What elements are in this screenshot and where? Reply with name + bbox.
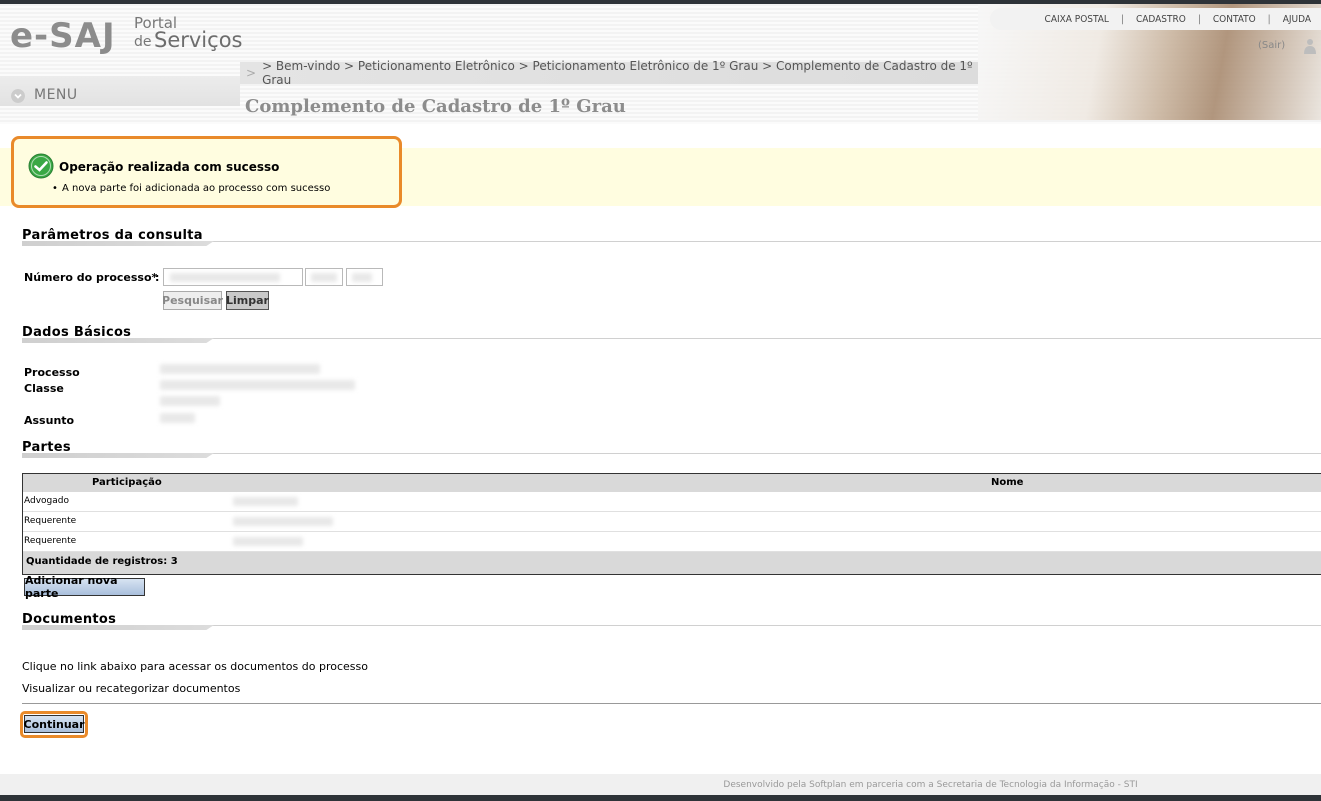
table-header: Participação Nome <box>23 474 1321 492</box>
adicionar-nova-parte-button[interactable]: Adicionar nova parte <box>24 574 145 600</box>
nav-separator: | <box>1267 13 1271 25</box>
message-title: Operação realizada com sucesso <box>59 160 280 174</box>
table-row: Advogado <box>23 492 1321 512</box>
logo-brand: e-SAJ <box>10 16 116 56</box>
success-message: Operação realizada com sucesso A nova pa… <box>11 136 402 208</box>
column-participacao: Participação <box>92 477 162 488</box>
nome-cell-redacted <box>233 517 333 526</box>
section-divider <box>22 453 1321 459</box>
logo-servicos: Serviços <box>154 28 243 52</box>
table-row: Requerente <box>23 512 1321 532</box>
nav-separator: | <box>1197 13 1201 25</box>
message-item: A nova parte foi adicionada ao processo … <box>52 183 330 194</box>
form-divider <box>22 703 1321 704</box>
footer-credits: Desenvolvido pela Softplan em parceria c… <box>723 779 1138 790</box>
participacao-cell: Advogado <box>24 496 69 506</box>
table-footer: Quantidade de registros: 3 <box>23 552 1321 574</box>
check-circle-icon <box>28 153 54 179</box>
assunto-value-redacted <box>160 413 195 423</box>
processo-number-field-3[interactable] <box>346 268 383 286</box>
nav-separator: | <box>1120 13 1124 25</box>
classe-value-redacted <box>160 380 355 390</box>
chevron-down-icon[interactable] <box>11 89 25 103</box>
continuar-button[interactable]: Continuar <box>24 715 85 733</box>
documentos-instructions: Clique no link abaixo para acessar os do… <box>22 660 368 673</box>
table-row: Requerente <box>23 532 1321 552</box>
section-divider <box>22 241 1321 247</box>
record-count: Quantidade de registros: 3 <box>26 556 178 567</box>
classe-label: Classe <box>24 382 64 395</box>
colon-label: : <box>155 271 160 284</box>
nome-cell-redacted <box>233 497 298 506</box>
window-bottom-bar <box>0 795 1321 801</box>
menu-label[interactable]: MENU <box>34 87 78 103</box>
processo-label: Processo <box>24 366 80 379</box>
nav-caixa-postal[interactable]: CAIXA POSTAL <box>1045 14 1109 25</box>
esaj-logo[interactable]: e-SAJ Portal de Serviços <box>10 14 243 60</box>
processo-number-field-1[interactable] <box>163 268 303 286</box>
column-nome: Nome <box>991 477 1024 488</box>
processo-value-redacted <box>160 364 320 374</box>
footer: Desenvolvido pela Softplan em parceria c… <box>0 774 1321 795</box>
participacao-cell: Requerente <box>24 516 77 526</box>
processo-number-field-2[interactable] <box>305 268 343 286</box>
nav-contato[interactable]: CONTATO <box>1213 14 1256 25</box>
visualizar-documentos-link[interactable]: Visualizar ou recategorizar documentos <box>22 682 240 695</box>
nome-cell-redacted <box>233 537 303 546</box>
breadcrumb: > > Bem-vindo > Peticionamento Eletrônic… <box>240 59 978 87</box>
nav-cadastro[interactable]: CADASTRO <box>1136 14 1186 25</box>
classe-value-redacted-2 <box>160 396 220 406</box>
partes-table: Participação Nome Advogado Requerente Re… <box>22 473 1321 575</box>
limpar-button[interactable]: Limpar <box>226 291 269 310</box>
breadcrumb-text[interactable]: > Bem-vindo > Peticionamento Eletrônico … <box>262 59 978 87</box>
top-navigation: CAIXA POSTAL | CADASTRO | CONTATO | AJUD… <box>990 8 1321 30</box>
pesquisar-button[interactable]: Pesquisar <box>162 291 223 310</box>
numero-processo-label: Número do processo* <box>24 271 158 284</box>
user-icon <box>1304 39 1316 54</box>
breadcrumb-lead: > <box>246 66 257 80</box>
nav-ajuda[interactable]: AJUDA <box>1283 14 1311 25</box>
participacao-cell: Requerente <box>24 536 77 546</box>
assunto-label: Assunto <box>24 414 75 427</box>
sair-link[interactable]: (Sair) <box>1258 40 1285 51</box>
logo-de: de <box>134 34 152 50</box>
section-divider <box>22 625 1321 631</box>
section-divider <box>22 338 1321 344</box>
page-title: Complemento de Cadastro de 1º Grau <box>245 96 626 117</box>
